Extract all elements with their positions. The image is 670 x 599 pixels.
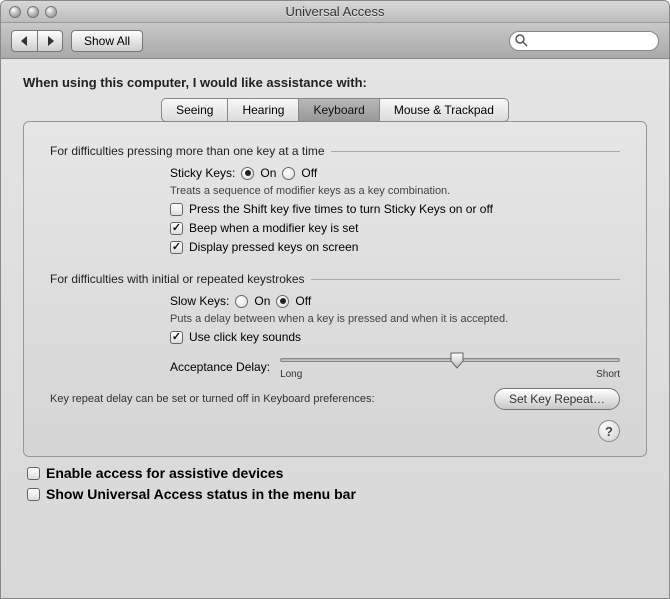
titlebar: Universal Access <box>1 1 669 23</box>
divider <box>331 151 620 152</box>
global-options: Enable access for assistive devices Show… <box>23 457 647 502</box>
beep-modifier-checkbox[interactable] <box>170 222 183 235</box>
toolbar: Show All <box>1 23 669 59</box>
acceptance-delay-label: Acceptance Delay: <box>170 360 270 374</box>
prompt-text: When using this computer, I would like a… <box>23 75 647 90</box>
window-title: Universal Access <box>1 4 669 19</box>
radio-label-on: On <box>260 166 276 180</box>
display-keys-checkbox[interactable] <box>170 241 183 254</box>
sticky-keys-on-radio[interactable] <box>241 167 254 180</box>
slow-keys-section-title: For difficulties with initial or repeate… <box>50 272 620 286</box>
search-input[interactable] <box>509 31 659 51</box>
forward-button[interactable] <box>37 30 63 52</box>
assistive-devices-label: Enable access for assistive devices <box>46 465 283 481</box>
content-area: When using this computer, I would like a… <box>1 59 669 598</box>
sticky-keys-off-radio[interactable] <box>282 167 295 180</box>
click-sounds-label: Use click key sounds <box>189 330 301 344</box>
back-button[interactable] <box>11 30 37 52</box>
shift-five-label: Press the Shift key five times to turn S… <box>189 202 493 216</box>
sticky-keys-label: Sticky Keys: <box>170 166 235 180</box>
help-icon: ? <box>605 424 613 439</box>
menubar-status-checkbox[interactable] <box>27 488 40 501</box>
minimize-icon[interactable] <box>27 6 39 18</box>
zoom-icon[interactable] <box>45 6 57 18</box>
key-repeat-row: Key repeat delay can be set or turned of… <box>50 388 620 410</box>
radio-label-on: On <box>254 294 270 308</box>
radio-label-off: Off <box>301 166 317 180</box>
close-icon[interactable] <box>9 6 21 18</box>
set-key-repeat-button[interactable]: Set Key Repeat… <box>494 388 620 410</box>
shift-five-checkbox[interactable] <box>170 203 183 216</box>
acceptance-delay-slider[interactable] <box>280 353 620 367</box>
slow-keys-on-radio[interactable] <box>235 295 248 308</box>
slider-label-short: Short <box>596 369 620 380</box>
tab-mouse-trackpad[interactable]: Mouse & Trackpad <box>379 98 509 122</box>
window-frame: Universal Access Show All When using thi… <box>0 0 670 599</box>
slider-label-long: Long <box>280 369 302 380</box>
slow-keys-label: Slow Keys: <box>170 294 229 308</box>
window-controls <box>1 6 57 18</box>
show-all-button[interactable]: Show All <box>71 30 143 52</box>
keyboard-panel: For difficulties pressing more than one … <box>23 121 647 457</box>
slow-keys-group: Slow Keys: On Off Puts a delay between w… <box>50 294 620 380</box>
sticky-keys-group: Sticky Keys: On Off Treats a sequence of… <box>50 166 620 254</box>
beep-modifier-label: Beep when a modifier key is set <box>189 221 358 235</box>
section-label: For difficulties with initial or repeate… <box>50 272 305 286</box>
sticky-keys-hint: Treats a sequence of modifier keys as a … <box>170 185 620 197</box>
tab-keyboard[interactable]: Keyboard <box>298 98 379 122</box>
menubar-status-label: Show Universal Access status in the menu… <box>46 486 356 502</box>
tabs: Seeing Hearing Keyboard Mouse & Trackpad <box>23 98 647 122</box>
key-repeat-hint: Key repeat delay can be set or turned of… <box>50 393 375 405</box>
click-sounds-checkbox[interactable] <box>170 331 183 344</box>
sticky-keys-section-title: For difficulties pressing more than one … <box>50 144 620 158</box>
radio-label-off: Off <box>295 294 311 308</box>
slow-keys-off-radio[interactable] <box>276 295 289 308</box>
section-label: For difficulties pressing more than one … <box>50 144 325 158</box>
display-keys-label: Display pressed keys on screen <box>189 240 358 254</box>
nav-buttons <box>11 30 63 52</box>
search-field-wrap <box>509 31 659 51</box>
tab-seeing[interactable]: Seeing <box>161 98 228 122</box>
tab-hearing[interactable]: Hearing <box>227 98 299 122</box>
slow-keys-hint: Puts a delay between when a key is press… <box>170 313 620 325</box>
help-button[interactable]: ? <box>598 420 620 442</box>
divider <box>311 279 620 280</box>
slider-thumb-icon[interactable] <box>449 351 465 369</box>
assistive-devices-checkbox[interactable] <box>27 467 40 480</box>
